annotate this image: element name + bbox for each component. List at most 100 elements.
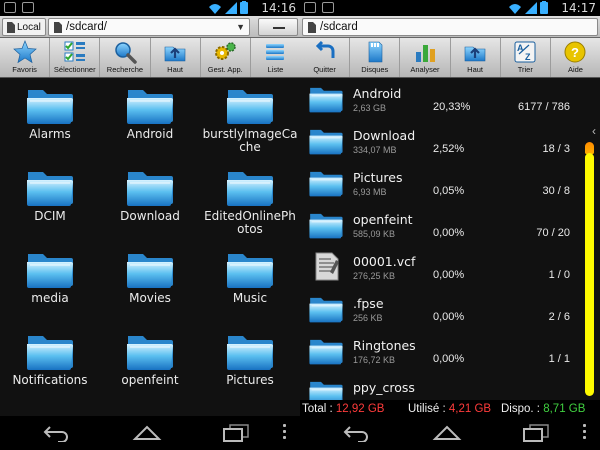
list-item[interactable]: Ringtones 176,72 KB 0,00% 1 / 1 [300, 330, 580, 372]
system-icons [508, 1, 548, 14]
app-manager-label: Gest. App. [207, 65, 243, 74]
folder-up-icon [464, 46, 486, 62]
disks-button[interactable]: Disques [350, 38, 401, 77]
sdcard-icon [54, 21, 62, 33]
total-value: 12,92 GB [335, 403, 385, 415]
up-button[interactable]: Haut [451, 38, 501, 77]
folder-icon [225, 164, 275, 208]
status-time: 14:16 [261, 1, 296, 15]
folder-alarms[interactable]: Alarms [0, 82, 100, 141]
menu-icon[interactable] [582, 424, 586, 442]
item-size: 585,09 KB [353, 229, 396, 239]
search-label: Recherche [106, 65, 144, 74]
exit-label: Quitter [313, 65, 336, 74]
list-item[interactable]: 00001.vcf 276,25 KB 0,00% 1 / 0 [300, 246, 580, 288]
list-item[interactable]: openfeint 585,09 KB 0,00% 70 / 20 [300, 204, 580, 246]
folder-label: Music [232, 291, 268, 305]
folder-dcim[interactable]: DCIM [0, 164, 100, 223]
folder-openfeint[interactable]: openfeint [100, 328, 200, 387]
list-item[interactable]: Pictures 6,93 MB 0,05% 30 / 8 [300, 162, 580, 204]
recent-apps-icon[interactable] [222, 424, 250, 442]
help-button[interactable]: ? Aide [551, 38, 600, 77]
folder-label-line2: otos [237, 222, 263, 236]
analyze-button[interactable]: Analyser [400, 38, 451, 77]
item-size: 334,07 MB [353, 145, 397, 155]
path-dropdown[interactable]: /sdcard/ ▼ [48, 18, 250, 36]
star-icon [12, 40, 37, 64]
folder-music[interactable]: Music [200, 246, 300, 305]
svg-text:?: ? [571, 45, 579, 60]
total-label: Total : [302, 403, 333, 415]
folder-download[interactable]: Download [100, 164, 200, 223]
folder-editedonlinephotos[interactable]: EditedOnlinePh otos [200, 164, 300, 236]
list-item[interactable]: Download 334,07 MB 2,52% 18 / 3 [300, 120, 580, 162]
chevron-left-icon[interactable]: ‹ [592, 124, 596, 138]
folder-label: DCIM [34, 209, 66, 223]
toolbar: Quitter Disques Analyser Haut AZ Trier ?… [300, 38, 600, 78]
folder-icon [125, 82, 175, 126]
folder-pictures[interactable]: Pictures [200, 328, 300, 387]
item-count: 1 / 1 [548, 353, 570, 365]
folder-icon [25, 328, 75, 372]
folder-icon [25, 82, 75, 126]
item-size: 2,63 GB [353, 103, 387, 113]
exit-button[interactable]: Quitter [300, 38, 351, 77]
menu-icon[interactable] [282, 424, 286, 442]
item-name: Download [353, 128, 416, 143]
recent-apps-icon[interactable] [522, 424, 550, 442]
list-item[interactable]: ppy_cross [300, 372, 580, 400]
item-name: Pictures [353, 170, 403, 185]
free-label: Dispo. : [501, 403, 540, 415]
up-button[interactable]: Haut [151, 38, 201, 77]
used-value: 4,21 GB [448, 403, 492, 415]
path-display[interactable]: /sdcard [302, 18, 598, 36]
search-button[interactable]: Recherche [100, 38, 151, 77]
split-toggle-button[interactable] [258, 18, 298, 36]
location-selector[interactable]: Local [2, 18, 46, 36]
file-notification-icon [22, 2, 34, 13]
item-percent: 2,52% [433, 143, 465, 155]
navigation-bar [300, 416, 600, 450]
folder-icon [125, 328, 175, 372]
sort-button[interactable]: AZ Trier [501, 38, 551, 77]
folder-notifications[interactable]: Notifications [0, 328, 100, 387]
search-icon [115, 42, 137, 64]
back-icon[interactable] [342, 424, 370, 442]
right-screen: 14:17 /sdcard Quitter Disques Analyser H… [300, 0, 600, 450]
current-path: /sdcard [320, 21, 358, 33]
folder-label: Android [126, 127, 174, 141]
free-value: 8,71 GB [543, 403, 586, 415]
list-item[interactable]: .fpse 256 KB 0,00% 2 / 6 [300, 288, 580, 330]
svg-text:Z: Z [525, 52, 531, 62]
folder-media[interactable]: media [0, 246, 100, 305]
back-icon[interactable] [42, 424, 70, 442]
favorites-button[interactable]: Favoris [0, 38, 51, 77]
item-name: 00001.vcf [353, 254, 416, 269]
signal-icon [225, 2, 237, 14]
item-percent: 0,00% [433, 311, 465, 323]
folder-icon [308, 82, 344, 114]
wifi-icon [509, 4, 521, 14]
item-percent: 0,00% [433, 227, 465, 239]
file-notification-icon [322, 2, 334, 13]
list-item[interactable]: Android 2,63 GB 20,33% 6177 / 786 [300, 78, 580, 120]
home-icon[interactable] [432, 424, 462, 442]
home-icon[interactable] [132, 424, 162, 442]
list-view-button[interactable]: Liste [251, 38, 300, 77]
folder-icon [308, 208, 344, 240]
item-name: ppy_cross [353, 380, 415, 395]
folder-up-icon [164, 46, 186, 62]
scrollbar-track[interactable] [585, 153, 594, 396]
item-size: 176,72 KB [353, 355, 396, 365]
folder-icon [225, 328, 275, 372]
item-percent: 0,00% [433, 269, 465, 281]
folder-burstlyimagecache[interactable]: burstlyImageCa che [200, 82, 300, 154]
app-manager-button[interactable]: Gest. App. [201, 38, 251, 77]
folder-icon [308, 334, 344, 366]
disks-label: Disques [361, 65, 389, 74]
toolbar: Favoris Sélectionner Recherche Haut Gest… [0, 38, 300, 78]
folder-movies[interactable]: Movies [100, 246, 200, 305]
select-button[interactable]: Sélectionner [50, 38, 101, 77]
folder-android[interactable]: Android [100, 82, 200, 141]
image-notification-icon [304, 2, 316, 13]
